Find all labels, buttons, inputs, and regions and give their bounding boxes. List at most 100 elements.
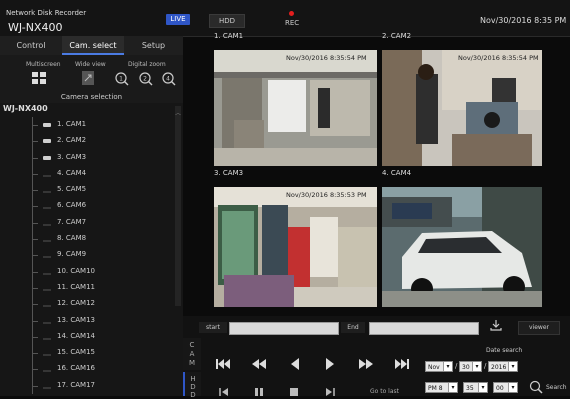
camera-list-label: 16. CAM16 xyxy=(57,364,95,373)
camera-panel-title: 3. CAM3 xyxy=(214,169,244,177)
camera-panel-1[interactable]: 1. CAM1 Nov/30/2016 8:35:54 PM xyxy=(214,32,377,166)
camera-panel-4[interactable]: 4. CAM4 xyxy=(382,169,542,307)
tab-cam-select[interactable]: Cam. select xyxy=(62,36,124,55)
camera-list-label: 14. CAM14 xyxy=(57,331,95,340)
tree-root-recorder[interactable]: WJ-NX400 xyxy=(3,104,48,113)
camera-image-2: Nov/30/2016 8:35:54 PM xyxy=(382,50,542,166)
date-search-label: Date search xyxy=(486,347,523,354)
hdd-button[interactable]: HDD xyxy=(209,14,245,28)
camera-list-item[interactable]: 9. CAM9 xyxy=(0,247,173,264)
camera-list-label: 9. CAM9 xyxy=(57,250,87,259)
camera-placeholder-icon xyxy=(43,370,51,372)
start-time-field[interactable] xyxy=(229,322,339,335)
camera-placeholder-icon xyxy=(43,207,51,209)
start-label: start xyxy=(199,322,227,333)
camera-list-label: 12. CAM12 xyxy=(57,299,95,308)
camera-list-item[interactable]: 1. CAM1 xyxy=(0,117,173,134)
camera-list-item[interactable]: 6. CAM6 xyxy=(0,198,173,215)
camera-list-label: 1. CAM1 xyxy=(57,120,87,128)
camera-list-label: 13. CAM13 xyxy=(57,315,95,324)
camera-placeholder-icon xyxy=(43,338,51,340)
camera-image-3: Nov/30/2016 8:35:53 PM xyxy=(214,187,377,307)
second-select[interactable]: 00 ▾ xyxy=(493,382,518,393)
viewer-button[interactable]: viewer xyxy=(518,321,560,335)
year-select[interactable]: 2016 ▾ xyxy=(488,361,518,372)
reverse-play-icon[interactable] xyxy=(287,357,303,371)
rec-indicator-icon xyxy=(289,11,294,16)
app-subtitle: Network Disk Recorder xyxy=(6,9,87,17)
rec-label: REC xyxy=(285,19,300,27)
cam-side-tab[interactable]: CAM xyxy=(183,338,201,370)
camera-icon xyxy=(43,155,51,160)
wideview-icon[interactable] xyxy=(82,71,94,85)
camera-list-item[interactable]: 17. CAM17 xyxy=(0,377,173,395)
camera-placeholder-icon xyxy=(43,387,51,389)
live-button[interactable]: LIVE xyxy=(166,14,190,25)
camera-selection-title: Camera selection xyxy=(60,93,123,101)
camera-list-item[interactable]: 3. CAM3 xyxy=(0,149,173,166)
camera-panel-3[interactable]: 3. CAM3 Nov/30/2016 8:35:53 PM xyxy=(214,169,377,307)
camera-panel-title: 2. CAM2 xyxy=(382,32,412,40)
camera-tree: WJ-NX400 1. CAM1 2. CAM2 3. CAM3 4. CAM4 5. … xyxy=(0,103,183,396)
camera-list-item[interactable]: 4. CAM4 xyxy=(0,165,173,183)
svg-text:4: 4 xyxy=(166,76,170,83)
multiscreen-grid-icon[interactable] xyxy=(32,72,46,84)
zoom-4x-icon[interactable]: 4 xyxy=(162,72,176,86)
tab-setup[interactable]: Setup xyxy=(124,36,183,55)
camera-timestamp: Nov/30/2016 8:35:53 PM xyxy=(286,191,367,199)
camera-list-item[interactable]: 10. CAM10 xyxy=(0,263,173,280)
camera-placeholder-icon xyxy=(43,256,51,258)
current-datetime: Nov/30/2016 8:35 PM xyxy=(480,16,567,25)
multiscreen-label: Multiscreen xyxy=(26,61,61,68)
camera-list-item[interactable]: 8. CAM8 xyxy=(0,231,173,248)
camera-list-item[interactable]: 11. CAM11 xyxy=(0,279,173,297)
search-label[interactable]: Search xyxy=(546,384,567,391)
hdd-side-tab[interactable]: HDD xyxy=(183,372,201,399)
camera-list-item[interactable]: 14. CAM14 xyxy=(0,328,173,346)
scroll-up-icon[interactable]: ︿ xyxy=(175,108,181,117)
left-panel: Control Cam. select Setup Multiscreen Wi… xyxy=(0,36,183,396)
camera-image-4 xyxy=(382,187,542,307)
camera-list-item[interactable]: 5. CAM5 xyxy=(0,182,173,199)
day-select[interactable]: 30 ▾ xyxy=(459,361,482,372)
camera-list-label: 15. CAM15 xyxy=(57,348,95,357)
minute-select[interactable]: 35 ▾ xyxy=(463,382,488,393)
camera-list-label: 6. CAM6 xyxy=(57,201,87,210)
go-to-last-button[interactable]: Go to last xyxy=(370,388,399,395)
camera-list-label: 10. CAM10 xyxy=(57,266,95,275)
zoom-1x-icon[interactable]: 1 xyxy=(115,72,129,86)
zoom-2x-icon[interactable]: 2 xyxy=(139,72,153,86)
play-icon[interactable] xyxy=(322,357,338,371)
month-select[interactable]: Nov ▾ xyxy=(425,361,453,372)
camera-list-label: 5. CAM5 xyxy=(57,185,87,194)
end-time-field[interactable] xyxy=(369,322,479,335)
camera-list-item[interactable]: 15. CAM15 xyxy=(0,345,173,362)
camera-placeholder-icon xyxy=(43,273,51,275)
camera-panel-2[interactable]: 2. CAM2 Nov/30/2016 8:35:54 PM xyxy=(382,32,542,166)
camera-placeholder-icon xyxy=(43,240,51,242)
camera-list-item[interactable]: 12. CAM12 xyxy=(0,296,173,313)
camera-list-item[interactable]: 13. CAM13 xyxy=(0,312,173,329)
camera-panel-title: 4. CAM4 xyxy=(382,169,412,177)
camera-placeholder-icon xyxy=(43,289,51,291)
camera-list: 1. CAM1 2. CAM2 3. CAM3 4. CAM4 5. CAM5 6. CA… xyxy=(0,117,173,395)
skip-to-end-icon[interactable] xyxy=(394,357,410,371)
camera-list-label: 2. CAM2 xyxy=(57,136,87,145)
camera-icon xyxy=(43,139,51,144)
camera-placeholder-icon xyxy=(43,224,51,226)
skip-to-start-icon[interactable] xyxy=(215,357,231,371)
fast-forward-icon[interactable] xyxy=(358,357,374,371)
camera-list-label: 17. CAM17 xyxy=(57,380,95,389)
camera-list-label: 7. CAM7 xyxy=(57,217,87,226)
camera-list-item[interactable]: 2. CAM2 xyxy=(0,133,173,150)
search-icon[interactable] xyxy=(529,380,543,394)
fast-rewind-icon[interactable] xyxy=(251,357,267,371)
camera-list-item[interactable]: 7. CAM7 xyxy=(0,214,173,232)
tab-control[interactable]: Control xyxy=(0,36,62,55)
download-icon[interactable] xyxy=(490,319,502,331)
hour-select[interactable]: PM 8 ▾ xyxy=(425,382,458,393)
tree-scrollbar[interactable] xyxy=(175,106,181,306)
svg-text:1: 1 xyxy=(119,76,123,83)
camera-list-item[interactable]: 16. CAM16 xyxy=(0,361,173,378)
camera-placeholder-icon xyxy=(43,305,51,307)
